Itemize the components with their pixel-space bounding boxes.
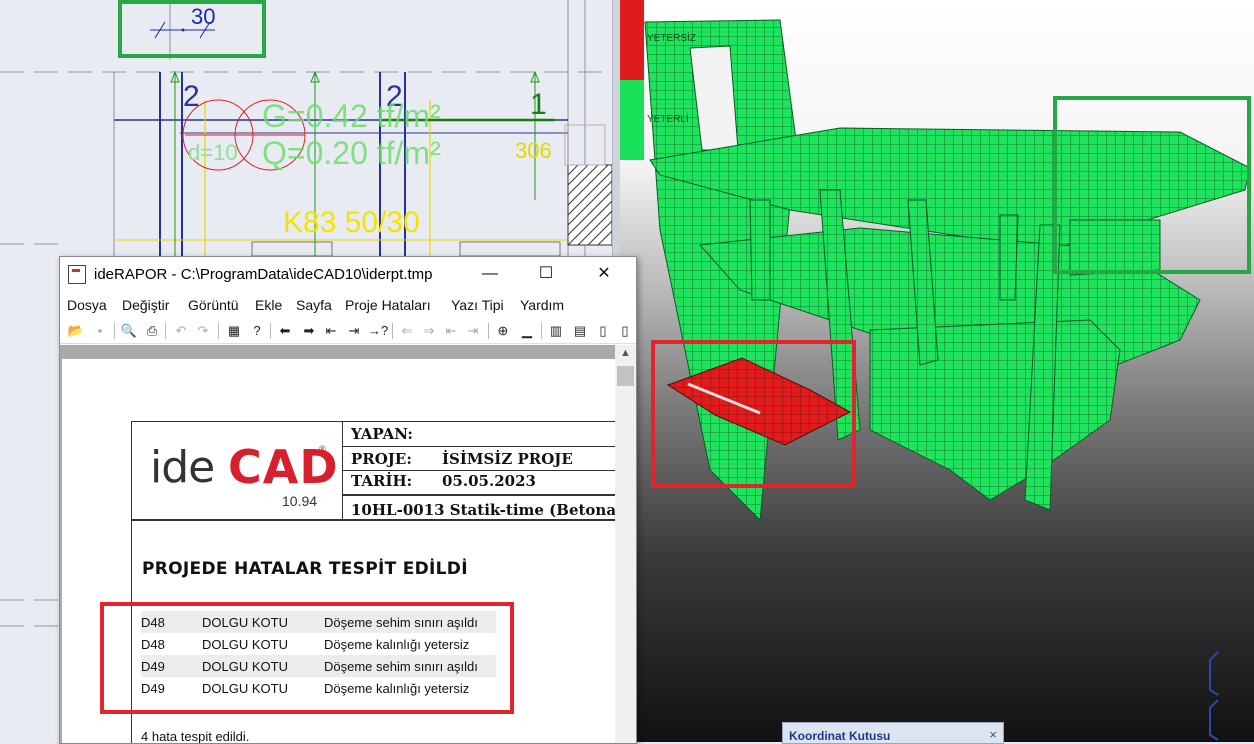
header-row-yapan: YAPAN: xyxy=(342,422,615,447)
help-icon[interactable]: ? xyxy=(248,322,266,340)
menu-proje-hatalari[interactable]: Proje Hataları xyxy=(345,297,431,313)
print-icon[interactable]: ⎙ xyxy=(143,322,161,340)
scroll-thumb[interactable] xyxy=(617,366,634,386)
menu-goruntu[interactable]: Görüntü xyxy=(188,297,239,313)
highlight-dimension xyxy=(118,0,266,58)
line-icon[interactable]: ▁ xyxy=(518,322,536,340)
toolbar: 📂 ▪ 🔍 ⎙ ↶ ↷ ▦ ? ⬅ ➡ ⇤ ⇥ →? ⇐ ⇒ ⇤ ⇥ ⊕ ▁ ▥… xyxy=(60,319,636,344)
logo-registered: ® xyxy=(319,444,326,454)
beam-label: K83 50/30 xyxy=(283,206,420,239)
menu-dosya[interactable]: Dosya xyxy=(67,297,107,313)
menu-yazi-tipi[interactable]: Yazı Tipi xyxy=(451,297,504,313)
vertical-scrollbar[interactable]: ▲ xyxy=(615,345,636,743)
menu-sayfa[interactable]: Sayfa xyxy=(296,297,332,313)
logo-version: 10.94 xyxy=(282,493,318,509)
page-left-icon[interactable]: ▯ xyxy=(594,322,612,340)
arrow-right-icon[interactable]: ➡ xyxy=(300,322,318,340)
close-button[interactable]: ✕ xyxy=(584,262,624,286)
arrow-left-alt-icon[interactable]: ⇐ xyxy=(398,322,416,340)
undo-icon[interactable]: ↶ xyxy=(172,322,190,340)
header-row-tarih: TARİH: 05.05.2023 xyxy=(342,470,615,496)
menu-bar: Dosya Değiştir Görüntü Ekle Sayfa Proje … xyxy=(60,295,636,317)
highlight-error-table xyxy=(100,602,514,714)
coordinate-box[interactable]: Koordinat Kutusu × xyxy=(782,722,1004,744)
coordinate-box-title: Koordinat Kutusu xyxy=(789,729,891,743)
title-bar[interactable]: ideRAPOR - C:\ProgramData\ideCAD10\iderp… xyxy=(60,257,636,291)
open-icon[interactable]: 📂 xyxy=(67,322,85,340)
error-heading: PROJEDE HATALAR TESPİT EDİLDİ xyxy=(142,559,468,579)
legend-insufficient: YETERSİZ xyxy=(647,33,696,44)
slab-dim: 306 xyxy=(515,138,552,163)
first-alt-icon[interactable]: ⇤ xyxy=(442,322,460,340)
header-row-license: 10HL-0013 Statik-time (Betona xyxy=(351,501,615,519)
calculator-icon[interactable]: ▦ xyxy=(225,322,243,340)
arrow-left-icon[interactable]: ⬅ xyxy=(276,322,294,340)
next-error-icon[interactable]: →? xyxy=(368,322,388,340)
slab-load-g: G=0.42 tf/m² xyxy=(262,98,441,134)
page-right-icon[interactable]: ▯ xyxy=(616,322,634,340)
arrow-right-alt-icon[interactable]: ⇒ xyxy=(420,322,438,340)
save-icon[interactable]: ▪ xyxy=(91,322,109,340)
structure-icon[interactable]: ▥ xyxy=(547,322,565,340)
menu-yardim[interactable]: Yardım xyxy=(520,297,564,313)
idecad-logo: ide CAD ® 10.94 xyxy=(132,422,343,520)
slab-load-q: Q=0.20 tf/m² xyxy=(262,135,441,171)
menu-ekle[interactable]: Ekle xyxy=(255,297,282,313)
minimize-button[interactable]: — xyxy=(470,262,510,286)
last-icon[interactable]: ⇥ xyxy=(345,322,363,340)
first-icon[interactable]: ⇤ xyxy=(322,322,340,340)
app-icon xyxy=(68,265,86,284)
menu-degistir[interactable]: Değiştir xyxy=(122,297,169,313)
legend-sufficient: YETERLİ xyxy=(647,114,689,125)
last-alt-icon[interactable]: ⇥ xyxy=(464,322,482,340)
page-icon[interactable]: ▤ xyxy=(571,322,589,340)
error-summary: 4 hata tespit edildi. xyxy=(141,729,250,743)
redo-icon[interactable]: ↷ xyxy=(194,322,212,340)
highlight-green-area xyxy=(1053,96,1251,274)
target-icon[interactable]: ⊕ xyxy=(494,322,512,340)
maximize-button[interactable]: ☐ xyxy=(526,262,566,286)
report-header: ide CAD ® 10.94 YAPAN: PROJE: İSİMSİZ PR… xyxy=(131,421,615,521)
scroll-up-icon[interactable]: ▲ xyxy=(615,347,636,363)
print-preview-icon[interactable]: 🔍 xyxy=(120,322,138,340)
axis-label-1: 1 xyxy=(530,88,547,121)
axis-label-2a: 2 xyxy=(183,80,200,113)
close-icon[interactable]: × xyxy=(989,727,997,742)
slab-thickness: d=10 xyxy=(188,140,238,165)
header-row-proje: PROJE: İSİMSİZ PROJE xyxy=(342,446,615,471)
logo-ide-text: ide xyxy=(150,442,215,493)
highlight-failing-slab xyxy=(651,340,856,488)
window-title: ideRAPOR - C:\ProgramData\ideCAD10\iderp… xyxy=(94,266,433,283)
